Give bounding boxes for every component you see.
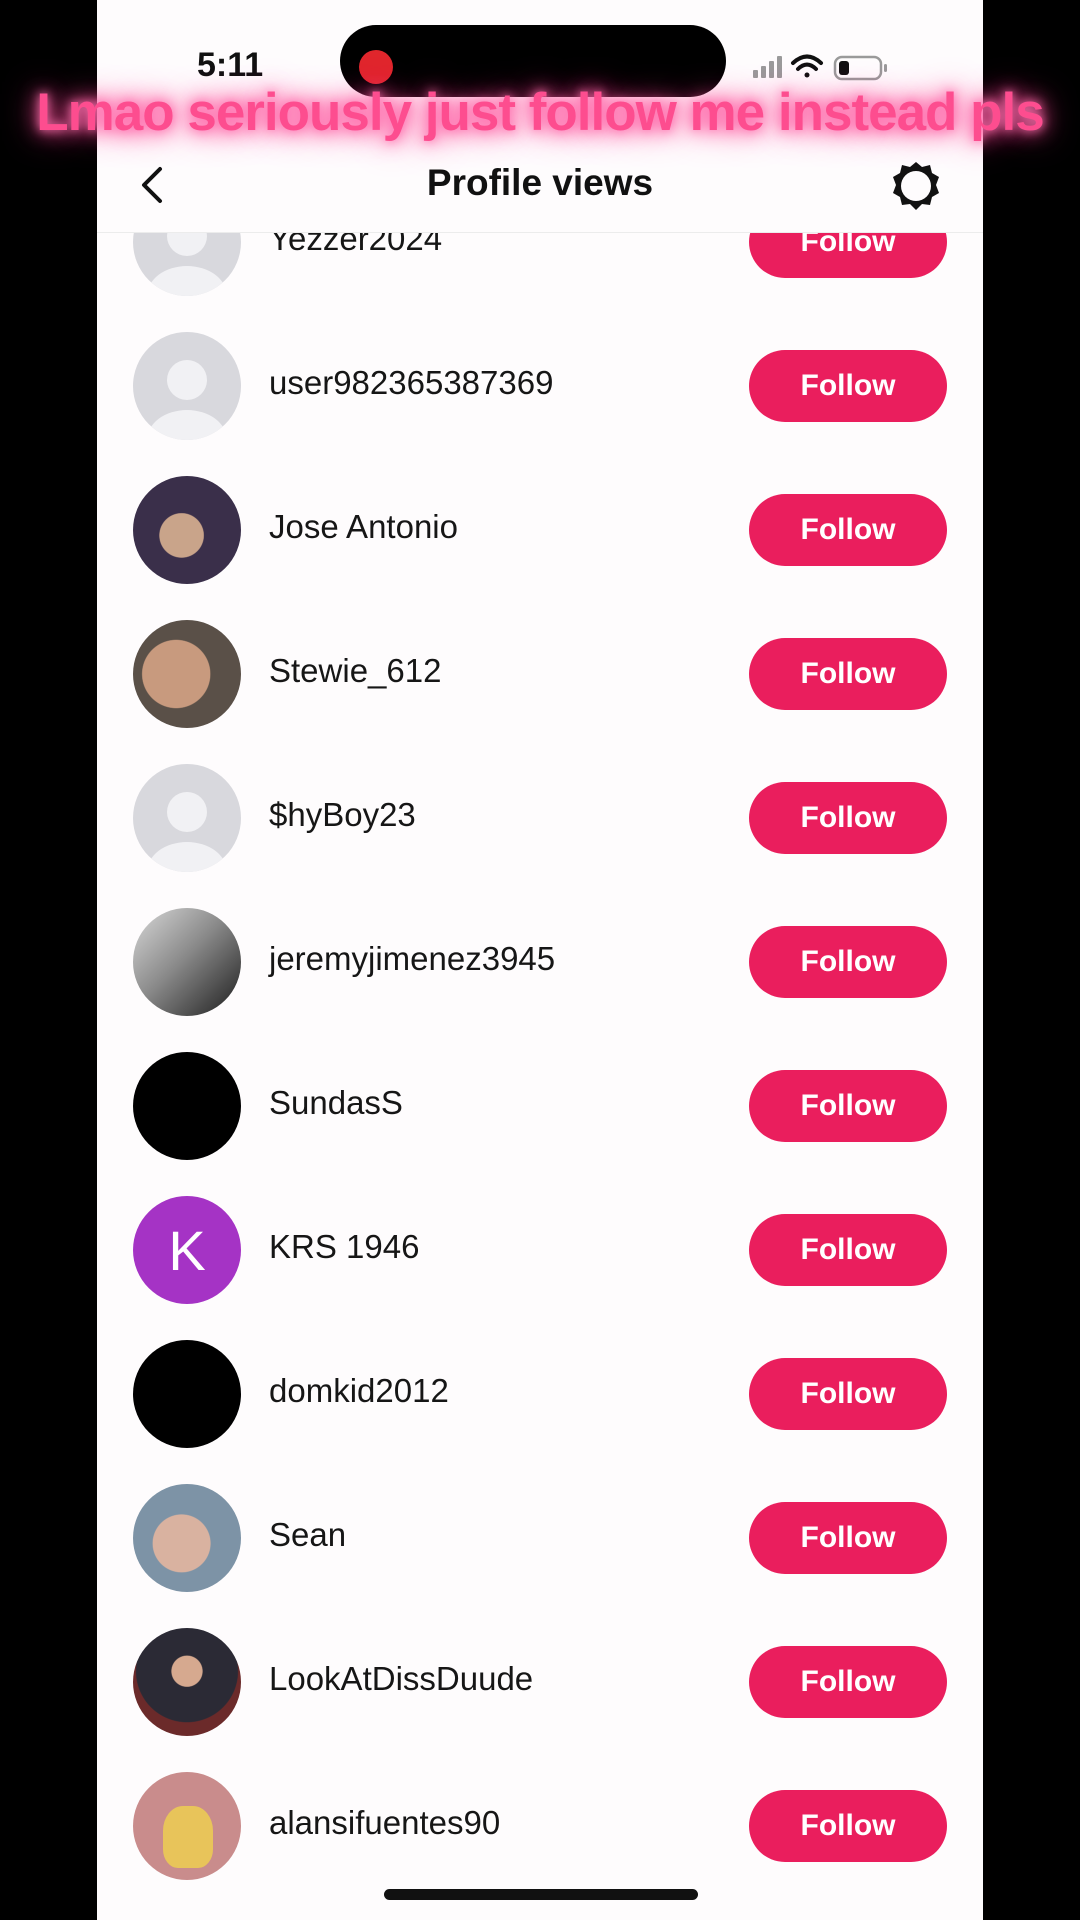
photo-avatar[interactable] — [133, 620, 241, 728]
follow-button[interactable]: Follow — [749, 782, 947, 854]
list-item[interactable]: alansifuentes90 Follow — [97, 1754, 983, 1898]
list-item[interactable]: K KRS 1946 Follow — [97, 1178, 983, 1322]
signal-icon — [753, 56, 782, 78]
username[interactable]: SundasS — [269, 1084, 403, 1122]
list-item[interactable]: jeremyjimenez3945 Follow — [97, 890, 983, 1034]
photo-avatar[interactable] — [133, 476, 241, 584]
photo-avatar[interactable] — [133, 908, 241, 1016]
list-item[interactable]: SundasS Follow — [97, 1034, 983, 1178]
username[interactable]: alansifuentes90 — [269, 1804, 500, 1842]
recording-indicator-icon — [359, 50, 393, 84]
list-item[interactable]: user982365387369 Follow — [97, 314, 983, 458]
follow-button[interactable]: Follow — [749, 494, 947, 566]
list-item[interactable]: $hyBoy23 Follow — [97, 746, 983, 890]
list-item[interactable]: Jose Antonio Follow — [97, 458, 983, 602]
follow-button[interactable]: Follow — [749, 1646, 947, 1718]
default-avatar[interactable] — [133, 764, 241, 872]
page-title: Profile views — [426, 162, 654, 203]
status-time: 5:11 — [197, 46, 264, 84]
photo-avatar[interactable] — [133, 1628, 241, 1736]
username[interactable]: KRS 1946 — [269, 1228, 419, 1266]
home-indicator[interactable] — [384, 1889, 698, 1900]
black-avatar[interactable] — [133, 1052, 241, 1160]
wifi-icon — [791, 54, 823, 78]
follow-button[interactable]: Follow — [749, 1070, 947, 1142]
settings-button[interactable] — [888, 158, 944, 214]
profile-views-list[interactable]: Yezzer2024 Follow user982365387369 Follo… — [97, 0, 983, 1920]
cartoon-avatar[interactable] — [133, 1772, 241, 1880]
battery-icon — [833, 55, 887, 81]
username[interactable]: jeremyjimenez3945 — [269, 940, 555, 978]
list-item[interactable]: Stewie_612 Follow — [97, 602, 983, 746]
navigation-bar: Profile views — [97, 140, 983, 233]
follow-button[interactable]: Follow — [749, 1214, 947, 1286]
status-icons — [753, 54, 887, 81]
username[interactable]: user982365387369 — [269, 364, 553, 402]
username[interactable]: $hyBoy23 — [269, 796, 416, 834]
follow-button[interactable]: Follow — [749, 1502, 947, 1574]
follow-button[interactable]: Follow — [749, 926, 947, 998]
follow-button[interactable]: Follow — [749, 638, 947, 710]
username[interactable]: Sean — [269, 1516, 346, 1554]
username[interactable]: Stewie_612 — [269, 652, 441, 690]
list-item[interactable]: LookAtDissDuude Follow — [97, 1610, 983, 1754]
list-item[interactable]: Sean Follow — [97, 1466, 983, 1610]
follow-button[interactable]: Follow — [749, 1358, 947, 1430]
black-avatar[interactable] — [133, 1340, 241, 1448]
default-avatar[interactable] — [133, 332, 241, 440]
username[interactable]: Jose Antonio — [269, 508, 458, 546]
gear-icon — [893, 162, 939, 210]
letter-avatar[interactable]: K — [133, 1196, 241, 1304]
list-item[interactable]: domkid2012 Follow — [97, 1322, 983, 1466]
follow-button[interactable]: Follow — [749, 350, 947, 422]
overlay-caption: Lmao seriously just follow me instead pl… — [36, 83, 1044, 142]
username[interactable]: domkid2012 — [269, 1372, 449, 1410]
follow-button[interactable]: Follow — [749, 1790, 947, 1862]
phone-screen: Yezzer2024 Follow user982365387369 Follo… — [97, 0, 983, 1920]
photo-avatar[interactable] — [133, 1484, 241, 1592]
username[interactable]: LookAtDissDuude — [269, 1660, 533, 1698]
